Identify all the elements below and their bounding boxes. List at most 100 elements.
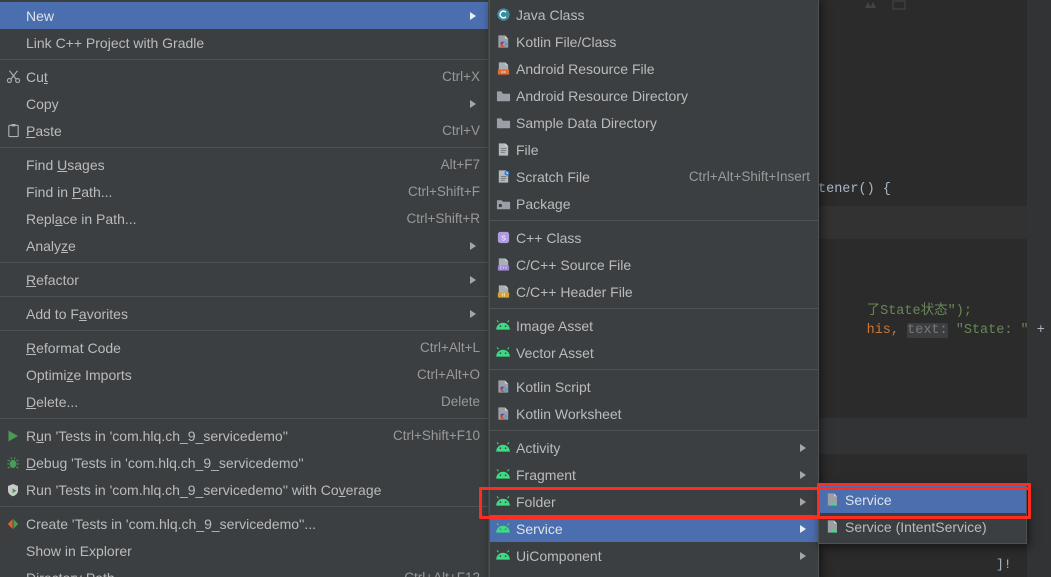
menu-item-delete-label: Delete...	[26, 393, 79, 410]
menu-item-run-tests-coverage[interactable]: Run 'Tests in 'com.hlq.ch_9_servicedemo'…	[0, 476, 488, 503]
menu-item-link-cpp-project-label: Link C++ Project with Gradle	[26, 34, 205, 51]
code-line-close-2: ]!	[996, 557, 1012, 572]
menu-item-directory-path-label: Directory Path	[26, 570, 382, 577]
cpp-class-icon: S	[490, 230, 516, 245]
service-item-service[interactable]: Service	[819, 486, 1026, 513]
new-item-activity-label: Activity	[516, 439, 561, 456]
menu-item-delete-accel: Delete	[440, 394, 480, 409]
file-icon	[490, 142, 516, 157]
menu-item-cut[interactable]: Cut Ctrl+X	[0, 63, 488, 90]
new-item-cpp-source-file[interactable]: C++ C/C++ Source File	[490, 251, 818, 278]
new-item-kotlin-script[interactable]: Kotlin Script	[490, 373, 818, 400]
menu-item-debug-tests-label: Debug 'Tests in 'com.hlq.ch_9_servicedem…	[26, 454, 304, 471]
new-item-vector-asset-label: Vector Asset	[516, 344, 594, 361]
scissors-icon	[0, 69, 26, 84]
menu-item-link-cpp-project[interactable]: Link C++ Project with Gradle	[0, 29, 488, 56]
menu-item-run-tests-accel: Ctrl+Shift+F10	[392, 428, 480, 443]
menu-item-optimize-imports[interactable]: Optimize Imports Ctrl+Alt+O	[0, 361, 488, 388]
menu-item-find-in-path[interactable]: Find in Path... Ctrl+Shift+F	[0, 178, 488, 205]
android-icon	[490, 347, 516, 358]
menu-item-find-usages-label: Find Usages	[26, 156, 105, 173]
menu-item-cut-accel: Ctrl+X	[442, 69, 480, 84]
chevron-right-icon	[466, 309, 480, 318]
android-icon	[490, 442, 516, 453]
cpp-source-icon: C++	[490, 257, 516, 272]
menu-item-replace-in-path[interactable]: Replace in Path... Ctrl+Shift+R	[0, 205, 488, 232]
service-item-intent-service[interactable]: Service (IntentService)	[819, 513, 1026, 540]
svg-text:H: H	[502, 292, 505, 298]
menu-item-directory-path[interactable]: Directory Path Ctrl+Alt+F12	[0, 564, 488, 577]
android-icon	[490, 550, 516, 561]
new-item-scratch-file-label: Scratch File	[516, 168, 590, 185]
new-submenu[interactable]: Java Class Kotlin File/Class <> Android …	[489, 0, 819, 577]
new-item-sample-data-directory[interactable]: Sample Data Directory	[490, 109, 818, 136]
new-item-file[interactable]: File	[490, 136, 818, 163]
menu-item-paste-accel: Ctrl+V	[442, 123, 480, 138]
new-item-kotlin-file-class[interactable]: Kotlin File/Class	[490, 28, 818, 55]
menu-item-run-tests[interactable]: Run 'Tests in 'com.hlq.ch_9_servicedemo'…	[0, 422, 488, 449]
chevron-right-icon	[796, 524, 810, 533]
new-item-android-resource-file[interactable]: <> Android Resource File	[490, 55, 818, 82]
menu-item-copy[interactable]: Copy	[0, 90, 488, 117]
new-item-fragment-label: Fragment	[516, 466, 576, 483]
menu-separator	[0, 296, 488, 297]
chevron-right-icon	[796, 497, 810, 506]
new-item-uicomponent[interactable]: UiComponent	[490, 542, 818, 569]
new-item-cpp-class[interactable]: S C++ Class	[490, 224, 818, 251]
breakpoint-icon	[865, 2, 876, 8]
code-line-toast: his, text: "State: " + myBi	[818, 308, 1051, 353]
menu-item-debug-tests[interactable]: Debug 'Tests in 'com.hlq.ch_9_servicedem…	[0, 449, 488, 476]
menu-item-analyze-label: Analyze	[26, 237, 76, 254]
menu-item-show-in-explorer[interactable]: Show in Explorer	[0, 537, 488, 564]
new-item-cpp-header-file[interactable]: H C/C++ Header File	[490, 278, 818, 305]
new-item-image-asset[interactable]: Image Asset	[490, 312, 818, 339]
package-icon	[490, 197, 516, 211]
menu-separator	[0, 418, 488, 419]
new-item-cpp-source-file-label: C/C++ Source File	[516, 256, 632, 273]
menu-item-analyze[interactable]: Analyze	[0, 232, 488, 259]
new-item-automotive[interactable]: Automotive	[490, 569, 818, 577]
new-item-package[interactable]: Package	[490, 190, 818, 217]
new-item-sample-data-directory-label: Sample Data Directory	[516, 114, 657, 131]
new-item-service[interactable]: Service	[490, 515, 818, 542]
menu-item-refactor[interactable]: Refactor	[0, 266, 488, 293]
svg-text:<>: <>	[500, 70, 506, 75]
menu-item-delete[interactable]: Delete... Delete	[0, 388, 488, 415]
new-item-folder[interactable]: Folder	[490, 488, 818, 515]
new-item-kotlin-worksheet[interactable]: Kotlin Worksheet	[490, 400, 818, 427]
menu-item-new[interactable]: New	[0, 2, 488, 29]
menu-item-add-to-favorites[interactable]: Add to Favorites	[0, 300, 488, 327]
menu-item-paste[interactable]: Paste Ctrl+V	[0, 117, 488, 144]
menu-item-optimize-imports-accel: Ctrl+Alt+O	[416, 367, 480, 382]
menu-separator	[490, 430, 818, 431]
menu-item-create-tests[interactable]: Create 'Tests in 'com.hlq.ch_9_servicede…	[0, 510, 488, 537]
new-item-fragment[interactable]: Fragment	[490, 461, 818, 488]
android-icon	[490, 320, 516, 331]
new-item-service-label: Service	[516, 520, 563, 537]
kotlin-script-icon	[490, 406, 516, 421]
new-item-scratch-file[interactable]: Scratch File Ctrl+Alt+Shift+Insert	[490, 163, 818, 190]
menu-item-find-usages-accel: Alt+F7	[440, 157, 480, 172]
new-item-activity[interactable]: Activity	[490, 434, 818, 461]
service-submenu[interactable]: Service Service (IntentService)	[818, 484, 1027, 544]
menu-item-find-in-path-label: Find in Path...	[26, 183, 113, 200]
new-item-file-label: File	[516, 141, 539, 158]
new-item-vector-asset[interactable]: Vector Asset	[490, 339, 818, 366]
menu-separator	[490, 220, 818, 221]
menu-item-reformat-code[interactable]: Reformat Code Ctrl+Alt+L	[0, 334, 488, 361]
menu-item-run-tests-label: Run 'Tests in 'com.hlq.ch_9_servicedemo'…	[26, 427, 289, 444]
menu-item-copy-label: Copy	[26, 95, 59, 112]
new-item-kotlin-file-class-label: Kotlin File/Class	[516, 33, 617, 50]
code-string-state-label: "State: "	[955, 323, 1029, 338]
cpp-header-icon: H	[490, 284, 516, 299]
new-item-java-class[interactable]: Java Class	[490, 1, 818, 28]
menu-item-find-usages[interactable]: Find Usages Alt+F7	[0, 151, 488, 178]
java-class-icon	[490, 7, 516, 22]
new-item-android-resource-directory[interactable]: Android Resource Directory	[490, 82, 818, 109]
menu-item-replace-in-path-label: Replace in Path...	[26, 210, 137, 227]
menu-item-show-in-explorer-label: Show in Explorer	[26, 542, 132, 559]
menu-item-optimize-imports-label: Optimize Imports	[26, 366, 132, 383]
android-icon	[490, 469, 516, 480]
editor-context-menu[interactable]: New Link C++ Project with Gradle Cut Ctr…	[0, 0, 489, 577]
code-concat-expr: + myBi	[1036, 323, 1045, 338]
